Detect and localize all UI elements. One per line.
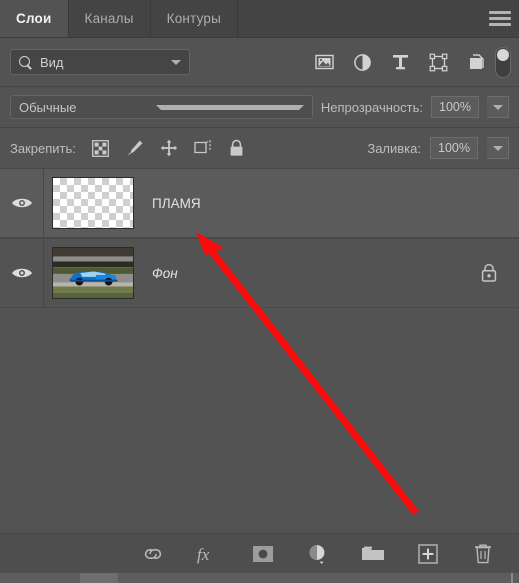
layer-visibility-toggle[interactable] (0, 239, 44, 307)
fill-dropdown-button[interactable] (487, 137, 509, 159)
tab-channels[interactable]: Каналы (68, 0, 151, 37)
lock-artboard-nesting-icon[interactable] (193, 138, 213, 158)
new-layer-icon[interactable] (416, 542, 440, 566)
filter-kind-icons (313, 51, 487, 73)
lock-transparent-pixels-icon[interactable] (91, 138, 111, 158)
add-layer-mask-icon[interactable] (251, 542, 275, 566)
taskbar-item[interactable] (80, 573, 118, 583)
new-adjustment-layer-icon[interactable] (306, 542, 330, 566)
lock-all-icon[interactable] (227, 138, 247, 158)
filter-row: Вид (0, 38, 519, 86)
layer-thumbnail[interactable] (52, 247, 134, 299)
lock-image-pixels-icon[interactable] (125, 138, 145, 158)
fill-input[interactable]: 100% (430, 137, 478, 159)
fill-label: Заливка: (367, 140, 421, 156)
opacity-dropdown-button[interactable] (487, 96, 509, 118)
eye-icon (11, 198, 32, 208)
tab-layers[interactable]: Слои (0, 0, 69, 37)
layers-bottom-toolbar: fx (0, 533, 519, 573)
table-row[interactable]: ПЛАМЯ (0, 168, 519, 238)
hamburger-line (489, 23, 511, 26)
lock-row: Закрепить: Заливка: 100% (0, 128, 519, 168)
tab-layers-label: Слои (16, 11, 52, 26)
delete-layer-icon[interactable] (471, 542, 495, 566)
opacity-label: Непрозрачность: (320, 99, 423, 115)
svg-text:fx: fx (197, 545, 210, 564)
filter-pixel-layers-icon[interactable] (313, 51, 335, 73)
layer-effects-fx-icon[interactable]: fx (196, 542, 220, 566)
taskbar-marker (511, 573, 513, 583)
blend-mode-row: Обычные Непрозрачность: 100% (0, 87, 519, 127)
chevron-down-icon (492, 104, 503, 110)
panel-tab-bar: Слои Каналы Контуры (0, 0, 519, 38)
tab-bar-filler (238, 0, 519, 37)
lock-label: Закрепить: (10, 140, 76, 156)
filter-smart-object-icon[interactable] (465, 51, 487, 73)
transparent-checkerboard (53, 178, 133, 228)
layer-list: ПЛАМЯ Фон (0, 168, 519, 514)
tab-channels-label: Каналы (84, 11, 134, 26)
lock-all-icon (481, 263, 497, 282)
lock-icons (91, 138, 247, 158)
filter-type-select[interactable]: Вид (10, 49, 190, 75)
filter-type-value: Вид (40, 54, 64, 70)
layers-panel: Слои Каналы Контуры Вид Обычные Непрозра… (0, 0, 519, 583)
search-icon (19, 55, 32, 69)
chevron-down-icon (156, 104, 304, 110)
layer-visibility-toggle[interactable] (0, 169, 44, 237)
hamburger-line (489, 17, 511, 20)
toggle-knob (497, 49, 509, 61)
tab-paths[interactable]: Контуры (150, 0, 238, 37)
link-layers-icon[interactable] (141, 542, 165, 566)
blend-mode-value: Обычные (19, 99, 77, 115)
filter-adjustment-layers-icon[interactable] (351, 51, 373, 73)
hamburger-line (489, 11, 511, 14)
layer-name[interactable]: ПЛАМЯ (152, 196, 201, 211)
table-row[interactable]: Фон (0, 238, 519, 308)
panel-menu-icon[interactable] (489, 11, 511, 26)
filter-type-layers-icon[interactable] (389, 51, 411, 73)
new-group-icon[interactable] (361, 542, 385, 566)
layer-lock-indicator (479, 262, 499, 284)
eye-icon (11, 268, 32, 278)
layer-thumbnail[interactable] (52, 177, 134, 229)
blue-race-car-photo (53, 248, 133, 298)
chevron-down-icon (171, 59, 181, 65)
opacity-input[interactable]: 100% (431, 96, 479, 118)
tab-paths-label: Контуры (166, 11, 221, 26)
filter-enable-toggle[interactable] (495, 47, 511, 78)
lock-position-icon[interactable] (159, 138, 179, 158)
blend-mode-select[interactable]: Обычные (10, 95, 313, 119)
taskbar-strip (0, 573, 519, 583)
filter-shape-layers-icon[interactable] (427, 51, 449, 73)
layer-list-empty-area (0, 308, 519, 514)
chevron-down-icon (492, 145, 503, 151)
layer-name[interactable]: Фон (152, 266, 178, 281)
